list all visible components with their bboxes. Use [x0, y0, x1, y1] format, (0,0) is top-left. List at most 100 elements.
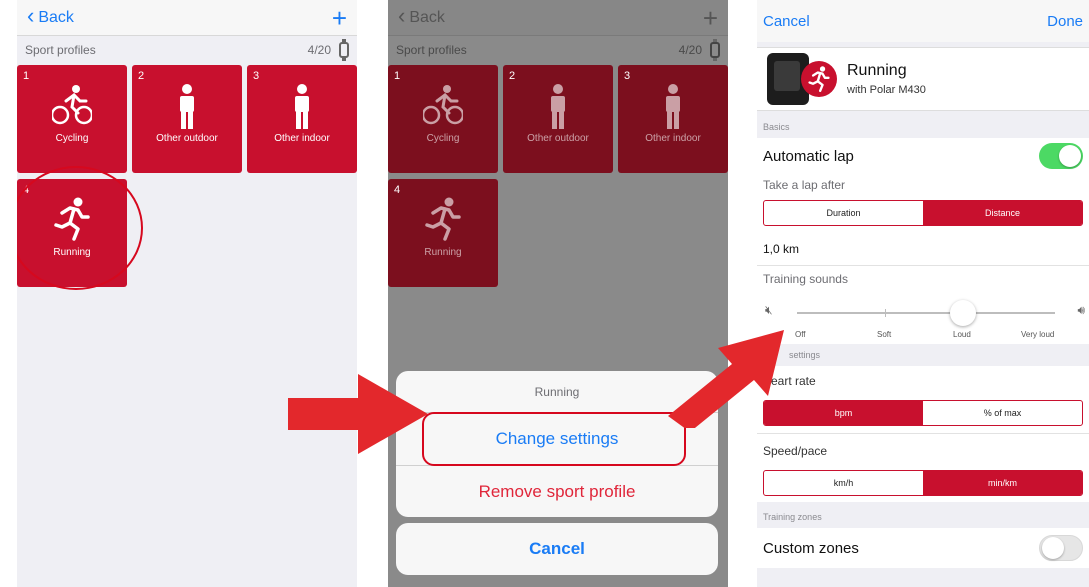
lap-type-segmented: Duration Distance [763, 200, 1083, 226]
highlight-box [422, 412, 686, 466]
min-km-segment[interactable]: min/km [923, 471, 1082, 495]
lap-value: 1,0 km [763, 241, 800, 256]
tile-other-outdoor: 2 Other outdoor [503, 65, 613, 173]
tile-number: 3 [624, 70, 631, 82]
person-icon [180, 84, 194, 129]
training-zones-group-label: Training zones [763, 512, 822, 522]
watch-icon [339, 39, 349, 61]
speed-unit-segmented: km/h min/km [763, 470, 1083, 496]
section-header: Sport profiles 4/20 [17, 36, 357, 64]
sound-slider-row: 🔇︎ 🔊︎ Off Soft Loud Very loud [757, 292, 1089, 344]
action-sheet-screen: ‹ Back + Sport profiles 4/20 1 Cycling 2 [388, 0, 728, 587]
tile-other-indoor: 3 Other indoor [618, 65, 728, 173]
tile-other-outdoor[interactable]: 2 Other outdoor [132, 65, 242, 173]
custom-zones-label: Custom zones [763, 539, 859, 557]
nav-bar: ‹ Back + [388, 0, 728, 36]
settings-group-label: settings [789, 350, 821, 360]
cancel-button[interactable]: Cancel [763, 13, 810, 30]
arrow-up-right-icon [668, 330, 784, 428]
profile-name: Running [847, 62, 907, 79]
sound-slider-track[interactable] [797, 312, 1055, 314]
hr-unit-segmented: bpm % of max [763, 400, 1083, 426]
kmh-segment[interactable]: km/h [764, 471, 923, 495]
level-very-loud: Very loud [1021, 330, 1055, 339]
lap-value-row[interactable]: 1,0 km [757, 232, 1089, 266]
nav-bar: Cancel Done [757, 0, 1089, 42]
back-button[interactable]: ‹ Back [27, 3, 74, 28]
speed-unit-row: km/h min/km [757, 468, 1089, 502]
training-sounds-label: Training sounds [763, 272, 848, 286]
arrow-right-icon [288, 374, 428, 454]
device-header: Running with Polar M430 [757, 47, 1089, 111]
tile-label: Cycling [426, 133, 460, 144]
distance-segment[interactable]: Distance [923, 201, 1082, 225]
chevron-left-icon: ‹ [27, 3, 35, 28]
sound-slider-thumb[interactable] [950, 300, 976, 326]
chevron-left-icon: ‹ [398, 3, 406, 28]
tile-cycling: 1 Cycling [388, 65, 498, 173]
tile-label: Cycling [55, 133, 89, 144]
tile-number: 4 [394, 184, 401, 196]
level-soft: Soft [877, 330, 892, 339]
tile-running: 4 Running [388, 179, 498, 287]
level-off: Off [795, 330, 806, 339]
profile-count: 4/20 [307, 39, 349, 61]
done-button[interactable]: Done [1047, 13, 1083, 30]
tile-number: 2 [509, 70, 516, 82]
tile-label: Other indoor [274, 133, 330, 144]
watch-icon [710, 39, 720, 61]
tile-label: Other indoor [645, 133, 701, 144]
duration-segment[interactable]: Duration [764, 201, 923, 225]
lap-type-row: Duration Distance [757, 196, 1089, 232]
person-icon [295, 84, 309, 129]
mute-icon: 🔇︎ [765, 303, 773, 317]
tile-label: Running [424, 247, 462, 258]
profile-settings-screen: Cancel Done Running with Polar M430 Basi… [757, 0, 1089, 587]
person-icon [666, 84, 680, 129]
nav-bar: ‹ Back + [17, 0, 357, 36]
slider-tick [885, 309, 886, 317]
add-icon[interactable]: + [332, 5, 347, 31]
percent-max-segment[interactable]: % of max [923, 401, 1082, 425]
sport-profiles-screen: ‹ Back + Sport profiles 4/20 1 Cycling 2 [17, 0, 357, 587]
back-label: Back [38, 8, 74, 26]
take-lap-label: Take a lap after [763, 178, 846, 192]
add-icon[interactable]: + [703, 5, 718, 31]
tile-other-indoor[interactable]: 3 Other indoor [247, 65, 357, 173]
speed-pace-row: Speed/pace [757, 434, 1089, 468]
running-icon [808, 66, 830, 92]
level-loud: Loud [953, 330, 971, 339]
section-title: Sport profiles [25, 43, 96, 57]
section-title: Sport profiles [396, 43, 467, 57]
tile-cycling[interactable]: 1 Cycling [17, 65, 127, 173]
running-icon [425, 197, 461, 241]
tile-label: Other outdoor [156, 133, 218, 144]
tile-number: 1 [394, 70, 401, 82]
cancel-sheet: Cancel [396, 523, 718, 575]
device-model: with Polar M430 [847, 84, 926, 96]
basics-group-label: Basics [763, 122, 790, 132]
tile-number: 1 [23, 70, 30, 82]
speed-pace-label: Speed/pace [763, 444, 828, 458]
tile-label: Other outdoor [527, 133, 589, 144]
section-header: Sport profiles 4/20 [388, 36, 728, 64]
cycling-icon [423, 85, 463, 125]
training-sounds-row: Training sounds [757, 266, 1089, 292]
count-label: 4/20 [307, 43, 331, 57]
custom-zones-row: Custom zones [757, 528, 1089, 568]
heart-rate-row: eart rate [757, 366, 1089, 396]
person-icon [551, 84, 565, 129]
cancel-button[interactable]: Cancel [396, 523, 718, 575]
tile-number: 2 [138, 70, 145, 82]
cycling-icon [52, 85, 92, 125]
device-text: Running with Polar M430 [847, 62, 926, 96]
custom-zones-toggle[interactable] [1039, 535, 1083, 561]
automatic-lap-label: Automatic lap [763, 147, 854, 165]
tile-number: 3 [253, 70, 260, 82]
automatic-lap-row: Automatic lap [757, 138, 1089, 174]
back-button[interactable]: ‹ Back [398, 3, 445, 28]
remove-sport-profile-button[interactable]: Remove sport profile [396, 465, 718, 517]
running-badge [801, 61, 837, 97]
automatic-lap-toggle[interactable] [1039, 143, 1083, 169]
profile-count: 4/20 [679, 39, 720, 61]
